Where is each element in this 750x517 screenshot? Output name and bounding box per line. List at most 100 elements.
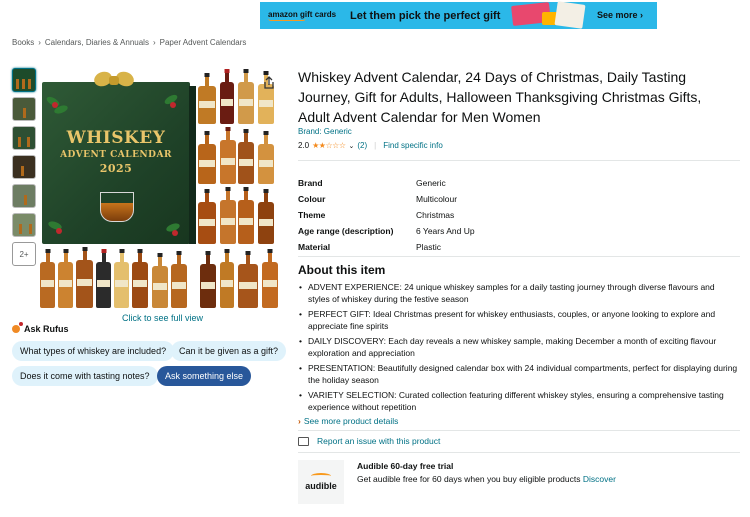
rufus-title: Ask Rufus — [24, 324, 69, 334]
audible-wave-icon — [311, 473, 331, 479]
breadcrumb-item[interactable]: Calendars, Diaries & Annuals — [45, 38, 149, 47]
whiskey-bottle — [171, 251, 187, 308]
rating-value: 2.0 — [298, 141, 310, 150]
star-rating-icon[interactable]: ★★☆☆☆ — [312, 141, 346, 150]
audible-text: Get audible free for 60 days when you bu… — [357, 474, 581, 484]
whiskey-bottle — [238, 69, 254, 124]
thumbnail-6[interactable] — [12, 213, 36, 237]
thumbnail-1[interactable] — [12, 68, 36, 92]
divider — [298, 160, 740, 161]
audible-logo[interactable]: audible — [298, 460, 344, 504]
thumbnail-5[interactable] — [12, 184, 36, 208]
report-issue-link[interactable]: Report an issue with this product — [298, 436, 440, 446]
box-year: 2025 — [99, 162, 133, 175]
chevron-down-icon[interactable]: ⌄ — [348, 142, 354, 150]
calendar-box-image: WHISKEY ADVENT CALENDAR 2025 — [42, 82, 196, 244]
speech-bubble-icon — [298, 436, 309, 446]
ask-something-else-button[interactable]: Ask something else — [157, 366, 252, 386]
chevron-right-icon: › — [152, 38, 156, 47]
whiskey-bottle — [58, 249, 73, 308]
brand-word: amazon — [268, 10, 298, 19]
brand-subword: gift cards — [300, 10, 337, 19]
whiskey-glass-icon — [100, 192, 134, 222]
whiskey-bottle — [258, 189, 274, 244]
brand-link[interactable]: Brand: Generic — [298, 127, 352, 136]
list-item: PRESENTATION: Beautifully designed calen… — [298, 362, 738, 386]
whiskey-bottle — [76, 247, 93, 308]
whiskey-bottle — [258, 131, 274, 184]
rufus-question-chip[interactable]: What types of whiskey are included? — [12, 341, 175, 361]
list-item: ADVENT EXPERIENCE: 24 unique whiskey sam… — [298, 281, 738, 305]
spec-value: Plastic — [416, 242, 442, 252]
thumbnail-3[interactable] — [12, 126, 36, 150]
audible-heading: Audible 60-day free trial — [357, 461, 454, 471]
whiskey-bottle — [200, 251, 216, 308]
amazon-gift-cards-logo: amazon gift cards — [268, 10, 338, 21]
rufus-icon — [12, 322, 23, 333]
banner-see-more-link[interactable]: See more › — [597, 10, 643, 20]
whiskey-bottle — [220, 187, 236, 244]
list-item: PERFECT GIFT: Ideal Christmas present fo… — [298, 308, 738, 332]
about-section-title: About this item — [298, 263, 386, 277]
see-more-details-link[interactable]: › See more product details — [298, 416, 398, 426]
banner-slogan: Let them pick the perfect gift — [350, 9, 501, 22]
box-title: WHISKEY — [66, 128, 166, 148]
about-bullets: ADVENT EXPERIENCE: 24 unique whiskey sam… — [298, 281, 738, 416]
whiskey-bottle — [220, 69, 234, 124]
thumbnail-strip: 2+ — [12, 68, 38, 271]
audible-logo-text: audible — [305, 481, 337, 491]
product-specs-table: Brand Generic Colour Multicolour Theme Chri… — [298, 175, 616, 255]
main-product-image[interactable]: WHISKEY ADVENT CALENDAR 2025 — [40, 66, 285, 312]
chevron-right-icon: › — [298, 416, 301, 426]
divider — [298, 256, 740, 257]
thumbnail-2[interactable] — [12, 97, 36, 121]
divider: | — [374, 141, 377, 150]
spec-row: Age range (description) 6 Years And Up — [298, 223, 616, 239]
see-more-label: See more product details — [303, 416, 399, 426]
more-images-thumbnail[interactable]: 2+ — [12, 242, 36, 266]
audible-discover-link[interactable]: Discover — [583, 474, 616, 484]
share-icon[interactable] — [262, 76, 276, 90]
spec-key: Brand — [298, 178, 323, 188]
whiskey-bottle — [198, 131, 216, 184]
whiskey-bottle — [198, 73, 216, 124]
whiskey-bottle — [96, 249, 111, 308]
breadcrumb-item[interactable]: Paper Advent Calendars — [160, 38, 247, 47]
audible-text-row: Get audible free for 60 days when you bu… — [357, 474, 616, 484]
whiskey-bottle — [114, 249, 129, 308]
spec-row: Brand Generic — [298, 175, 616, 191]
divider — [298, 430, 740, 431]
breadcrumb-item[interactable]: Books — [12, 38, 34, 47]
gold-bow-icon — [92, 68, 136, 94]
whiskey-bottle — [258, 71, 274, 124]
whiskey-bottle — [40, 249, 55, 308]
spec-key: Theme — [298, 210, 326, 220]
spec-value: Generic — [416, 178, 446, 188]
find-specific-info-link[interactable]: Find specific info — [383, 141, 443, 150]
rufus-panel: Ask Rufus — [12, 322, 69, 334]
whiskey-bottle — [132, 249, 148, 308]
chevron-right-icon: › — [38, 38, 41, 47]
box-subtitle: ADVENT CALENDAR — [60, 150, 172, 160]
spec-row: Colour Multicolour — [298, 191, 616, 207]
spec-key: Age range (description) — [298, 226, 394, 236]
spec-key: Colour — [298, 194, 326, 204]
gift-cards-image — [510, 1, 590, 29]
thumbnail-4[interactable] — [12, 155, 36, 179]
report-issue-label: Report an issue with this product — [317, 436, 441, 446]
divider — [298, 452, 740, 453]
rating-count-link[interactable]: (2) — [357, 141, 367, 150]
whiskey-bottle — [262, 249, 278, 308]
product-title: Whiskey Advent Calendar, 24 Days of Chri… — [298, 69, 702, 125]
spec-row: Theme Christmas — [298, 207, 616, 223]
whiskey-bottle — [198, 189, 216, 244]
gift-card-banner[interactable]: amazon gift cards Let them pick the perf… — [260, 1, 657, 29]
rufus-question-chip[interactable]: Can it be given as a gift? — [171, 341, 287, 361]
whiskey-bottle — [238, 129, 254, 184]
whiskey-bottle — [220, 127, 236, 184]
rating-row: 2.0 ★★☆☆☆ ⌄ (2) | Find specific info — [298, 141, 443, 150]
rufus-question-chip[interactable]: Does it come with tasting notes? — [12, 366, 158, 386]
full-view-link[interactable]: Click to see full view — [40, 313, 285, 323]
whiskey-bottle — [238, 251, 258, 308]
breadcrumb: Books › Calendars, Diaries & Annuals › P… — [12, 38, 246, 47]
